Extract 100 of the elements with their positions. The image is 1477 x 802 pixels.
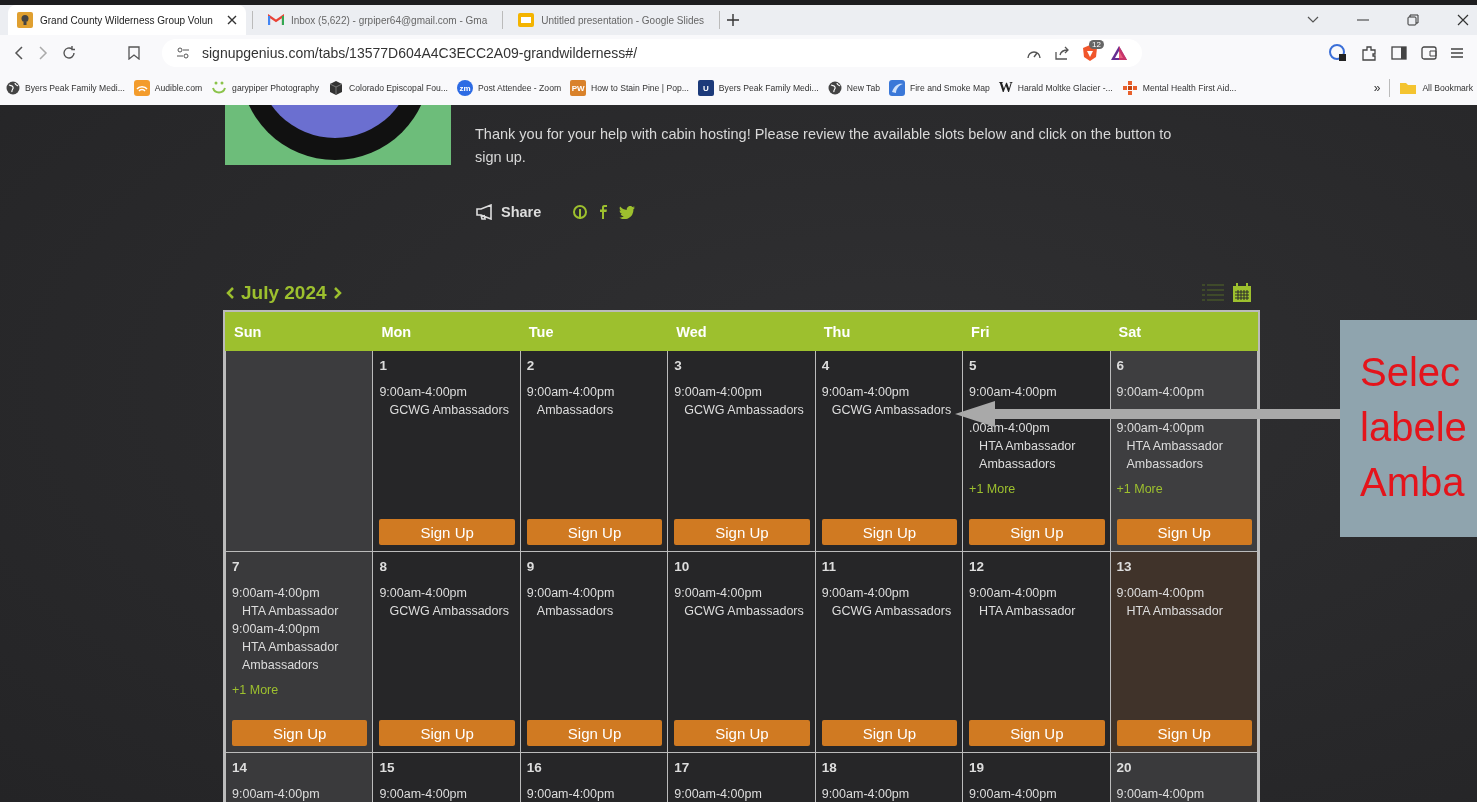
weekday-header: Wed <box>667 312 816 351</box>
slot-role: HTA Ambassador <box>1125 603 1224 620</box>
twitter-icon[interactable] <box>619 205 636 219</box>
callout-text: labele <box>1360 404 1468 451</box>
slot-time: 9:00am-4:00pm <box>674 585 763 602</box>
bookmark-badge-icon: U <box>697 80 714 96</box>
bookmark-label: Byers Peak Family Medi... <box>25 83 125 93</box>
slot-time: 9:00am-4:00pm <box>379 585 468 602</box>
slot-time: 9:00am-4:00pm <box>969 585 1058 602</box>
calendar-view-icon[interactable] <box>1232 283 1252 303</box>
day-number: 20 <box>1116 759 1133 777</box>
more-link[interactable]: +1 More <box>1116 480 1163 498</box>
password-lock-icon[interactable] <box>1329 44 1347 62</box>
browser-tab[interactable]: Inbox (5,622) - grpiper64@gmail.com - Gma <box>258 5 497 35</box>
cube-icon <box>328 80 345 96</box>
slot-role: GCWG Ambassadors <box>830 603 953 620</box>
day-number: 1 <box>379 357 388 375</box>
share-icon[interactable] <box>1054 46 1070 60</box>
slot-role: Ambassadors <box>535 603 615 620</box>
bookmark-item[interactable]: PW How to Stain Pine | Pop... <box>570 80 689 96</box>
slot-time: 9:00am-4:00pm <box>232 621 321 638</box>
new-tab-icon[interactable] <box>726 13 741 27</box>
bookmark-item[interactable]: W Harald Moltke Glacier -... <box>998 80 1113 96</box>
bookmark-label: Colorado Episcopal Fou... <box>349 83 448 93</box>
map-icon <box>888 80 905 96</box>
facebook-icon[interactable] <box>599 205 608 219</box>
wallet-icon[interactable] <box>1421 46 1437 60</box>
bookmark-item[interactable]: Byers Peak Family Medi... <box>6 81 125 95</box>
close-icon[interactable] <box>1457 14 1469 26</box>
folder-label: All Bookmark <box>1422 83 1473 93</box>
slot-time: 9:00am-4:00pm <box>969 786 1058 802</box>
slot-time: 9:00am-4:00pm <box>526 384 616 401</box>
globe-icon <box>827 81 842 95</box>
bookmark-item[interactable]: garypiper Photography <box>211 80 320 96</box>
tab-title: Inbox (5,622) - grpiper64@gmail.com - Gma <box>290 14 488 26</box>
slot-time: 9:00am-4:00pm <box>379 786 468 802</box>
day-number: 7 <box>232 558 241 576</box>
bookmark-item[interactable]: U Byers Peak Family Medi... <box>697 80 819 96</box>
reload-icon[interactable] <box>62 46 76 60</box>
day-number: 17 <box>674 759 691 777</box>
more-link[interactable]: +1 More <box>232 681 279 699</box>
slot-role: HTA Ambassador Ambassadors <box>241 639 340 674</box>
slot-time: 9:00am-4:00pm <box>674 384 763 401</box>
weekday-header: Fri <box>962 312 1111 351</box>
restore-icon[interactable] <box>1407 14 1419 26</box>
browser-tab[interactable]: Grand County Wilderness Group Volun <box>8 5 246 35</box>
bookmark-label: How to Stain Pine | Pop... <box>591 83 689 93</box>
weekday-header: Thu <box>815 312 963 351</box>
day-number: 19 <box>969 759 986 777</box>
bookmark-item[interactable]: Audible.com <box>133 80 203 96</box>
slot-time: 9:00am-4:00pm <box>1116 585 1206 602</box>
slot-time: 9:00am-4:00pm <box>821 786 911 802</box>
cross-icon <box>1121 80 1138 96</box>
browser-tab[interactable]: Untitled presentation - Google Slides <box>509 5 714 35</box>
slot-time: 9:00am-4:00pm <box>1116 420 1206 437</box>
puzzle-icon[interactable] <box>1361 45 1377 61</box>
callout-text: Selec <box>1360 349 1462 396</box>
day-number: 9 <box>526 558 536 576</box>
bulb-icon <box>17 12 33 28</box>
day-number: 13 <box>1116 558 1133 576</box>
close-icon[interactable] <box>226 15 237 25</box>
slot-time: 9:00am-4:00pm <box>821 585 911 602</box>
more-link[interactable]: +1 More <box>969 480 1016 498</box>
wiki-icon: W <box>998 80 1013 96</box>
pinterest-icon[interactable] <box>573 205 588 219</box>
bookmarks-overflow-button[interactable]: » <box>1373 81 1381 95</box>
bookmark-badge-icon: PW <box>570 80 587 96</box>
folder-icon <box>1399 81 1418 95</box>
day-number: 2 <box>526 357 536 375</box>
address-bar[interactable]: signupgenius.com/tabs/13577D604A4C3ECC2A09-grandwilderness#/ 12 <box>162 39 1142 67</box>
bookmark-label: Audible.com <box>154 83 203 93</box>
bookmark-label: New Tab <box>846 83 880 93</box>
share-button[interactable]: Share <box>475 204 542 220</box>
bookmark-badge-icon: zm <box>456 80 473 96</box>
bookmark-item[interactable]: zm Post Attendee - Zoom <box>456 80 562 96</box>
weekday-header: Sun <box>225 312 373 351</box>
intro-text: Thank you for your help with cabin hosting! Please review the available slots below and click on the button to sign up. <box>475 125 1173 167</box>
next-month-icon[interactable] <box>332 286 343 300</box>
menu-icon[interactable] <box>1451 47 1463 59</box>
slot-role: Ambassadors <box>535 402 615 419</box>
slot-role: GCWG Ambassadors <box>388 603 510 620</box>
slot-role: GCWG Ambassadors <box>830 402 953 419</box>
bookmark-folder[interactable]: All Bookmark <box>1399 81 1473 95</box>
bookmark-item[interactable]: Colorado Episcopal Fou... <box>328 80 448 96</box>
previous-month-icon[interactable] <box>225 286 235 300</box>
triangle-icon[interactable] <box>1110 45 1128 61</box>
url-text: signupgenius.com/tabs/13577D604A4C3ECC2A09-grandwilderness#/ <box>202 45 638 61</box>
bookmark-item[interactable]: New Tab <box>827 81 880 95</box>
bookmark-item[interactable]: Fire and Smoke Map <box>888 80 990 96</box>
bookmark-item[interactable]: Mental Health First Aid... <box>1121 80 1237 96</box>
sidebar-icon[interactable] <box>1391 46 1407 60</box>
chevron-down-icon[interactable] <box>1307 16 1319 24</box>
bookmark-icon[interactable] <box>128 46 140 60</box>
slot-role: HTA Ambassador Ambassadors <box>978 438 1077 473</box>
headphones-icon <box>133 80 150 96</box>
back-icon[interactable] <box>14 46 24 60</box>
bookmark-label: Fire and Smoke Map <box>909 83 990 93</box>
slot-time: .00am-4:00pm <box>969 420 1051 437</box>
bookmark-label: Post Attendee - Zoom <box>477 83 562 93</box>
slot-time: 9:00am-4:00pm <box>821 384 911 401</box>
